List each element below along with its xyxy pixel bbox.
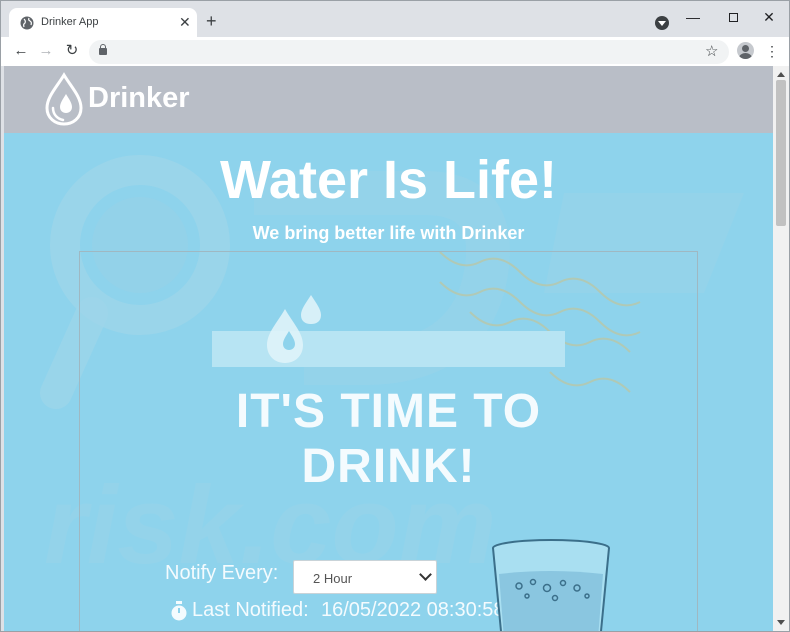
new-tab-button[interactable]: + [206, 12, 217, 30]
water-glass-icon [492, 539, 610, 631]
maximize-button[interactable] [723, 8, 743, 26]
chevron-down-icon [419, 568, 432, 581]
tab-title: Drinker App [41, 16, 99, 28]
notification-frame: IT'S TIME TO DRINK! Notify Every: 2 Hour… [79, 251, 698, 631]
notify-every-label: Notify Every: [165, 562, 279, 584]
site-header: Drinker [4, 66, 773, 133]
search-tabs-icon[interactable] [655, 16, 669, 30]
profile-icon[interactable] [737, 42, 754, 59]
last-notified-label: Last Notified: [192, 599, 309, 621]
maximize-icon [728, 13, 738, 22]
hero-subtitle: We bring better life with Drinker [252, 223, 525, 243]
close-window-button[interactable]: ✕ [759, 8, 779, 26]
bookmark-star-icon[interactable]: ☆ [705, 42, 718, 60]
browser-tab[interactable]: Drinker App ✕ [9, 8, 197, 37]
forward-button[interactable]: → [36, 42, 56, 60]
reload-button[interactable]: ↻ [62, 42, 82, 60]
scroll-thumb[interactable] [776, 80, 786, 226]
water-drop-logo-icon[interactable] [42, 72, 86, 126]
tab-close-icon[interactable]: ✕ [179, 14, 191, 30]
page-scrollbar[interactable] [773, 66, 789, 631]
scroll-down-arrow-icon[interactable] [777, 620, 785, 625]
browser-toolbar: ← → ↻ ☆ ⋮ [1, 37, 789, 66]
headline-line-2: DRINK! [301, 440, 476, 493]
hero-section: risk.com Water Is Life! We bring better … [4, 133, 773, 631]
headline-line-1: IT'S TIME TO [235, 385, 542, 438]
globe-icon [20, 16, 34, 30]
address-bar[interactable]: ☆ [89, 40, 729, 64]
water-drops-icon [267, 295, 321, 363]
browser-window: Drinker App ✕ + — ✕ ← → ↻ ☆ ⋮ Drinker ri… [0, 0, 790, 632]
tab-bar: Drinker App ✕ + — ✕ [1, 1, 789, 37]
scroll-up-arrow-icon[interactable] [777, 72, 785, 77]
notify-interval-value: 2 Hour [313, 571, 353, 586]
notify-interval-select[interactable]: 2 Hour [293, 560, 437, 594]
page-viewport: Drinker risk.com Water Is Life! We bring… [4, 66, 773, 631]
lock-icon[interactable] [99, 44, 107, 55]
back-button[interactable]: ← [11, 42, 31, 60]
browser-menu-button[interactable]: ⋮ [765, 42, 779, 60]
minimize-button[interactable]: — [683, 8, 703, 26]
hero-title: Water Is Life! [219, 150, 558, 210]
stopwatch-icon [171, 601, 187, 621]
logo-text[interactable]: Drinker [88, 82, 190, 115]
